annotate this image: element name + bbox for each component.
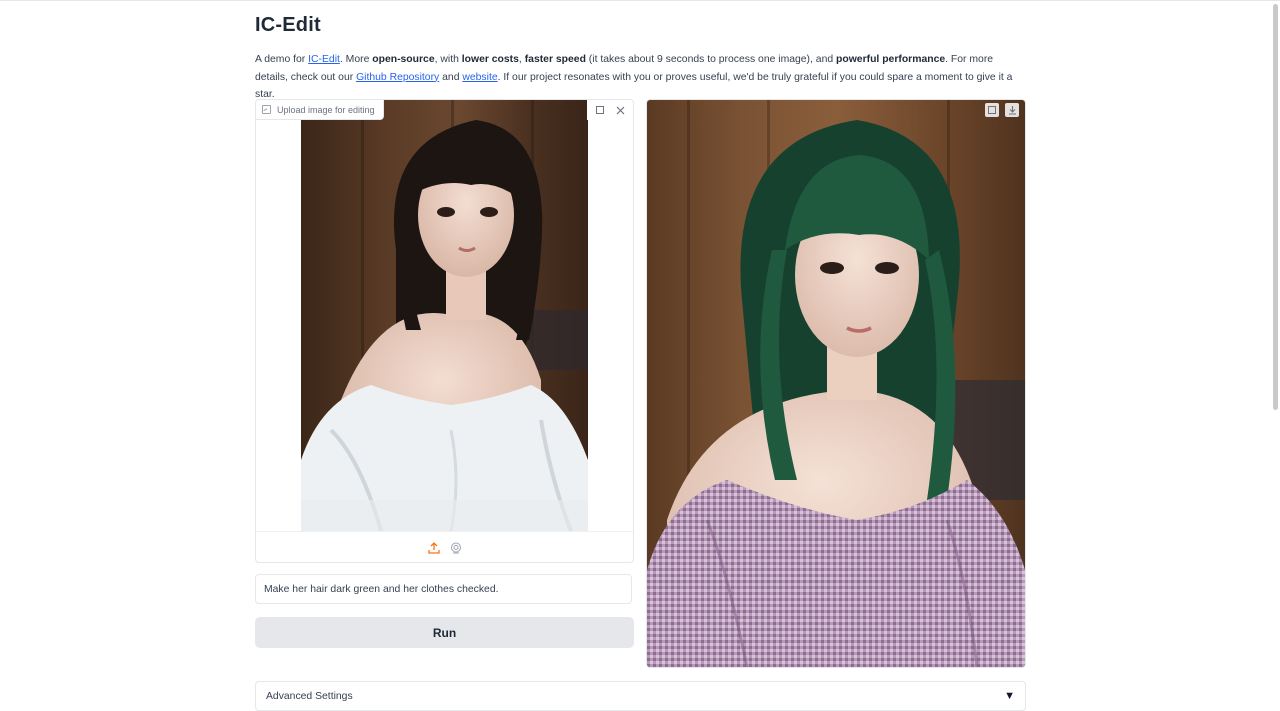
desc-text: and <box>439 71 463 83</box>
github-link[interactable]: Github Repository <box>356 72 439 83</box>
top-border <box>0 0 1280 1</box>
desc-bold: faster speed <box>524 54 586 65</box>
page-title: IC-Edit <box>255 14 321 36</box>
upload-label: Upload image for editing <box>256 100 384 120</box>
desc-text: . More <box>339 54 373 65</box>
chevron-down-icon[interactable]: ▼ <box>1004 690 1015 702</box>
upload-icon[interactable] <box>427 541 440 554</box>
webcam-icon[interactable] <box>450 542 462 554</box>
input-footer <box>256 531 633 562</box>
output-image <box>647 100 1025 667</box>
upload-label-text: Upload image for editing <box>277 104 375 115</box>
fullscreen-icon[interactable] <box>593 103 607 117</box>
desc-text: (it takes about 9 seconds to process one… <box>585 54 837 65</box>
ic-edit-link[interactable]: IC-Edit <box>308 54 340 65</box>
advanced-settings-label: Advanced Settings <box>266 690 353 702</box>
desc-bold: lower costs <box>461 54 519 65</box>
image-icon <box>262 105 271 114</box>
run-button[interactable]: Run <box>255 617 634 648</box>
desc-bold: powerful performance <box>836 54 946 65</box>
desc-bold: open-source <box>372 54 435 65</box>
input-image-panel[interactable]: Upload image for editing <box>255 99 634 563</box>
page-scrollbar[interactable] <box>1273 4 1278 410</box>
input-toolbar <box>587 100 633 120</box>
description: A demo for IC-Edit. More open-source, wi… <box>255 51 1026 104</box>
output-toolbar <box>979 100 1025 120</box>
download-icon[interactable] <box>1005 103 1019 117</box>
fullscreen-icon[interactable] <box>985 103 999 117</box>
desc-text: , with <box>434 54 462 65</box>
close-icon[interactable] <box>613 103 627 117</box>
output-image-panel <box>646 99 1026 668</box>
website-link[interactable]: website <box>462 72 497 83</box>
desc-text: A demo for <box>255 54 309 65</box>
source-image <box>301 100 588 531</box>
prompt-input[interactable]: Make her hair dark green and her clothes… <box>255 574 632 604</box>
prompt-text: Make her hair dark green and her clothes… <box>264 583 499 595</box>
